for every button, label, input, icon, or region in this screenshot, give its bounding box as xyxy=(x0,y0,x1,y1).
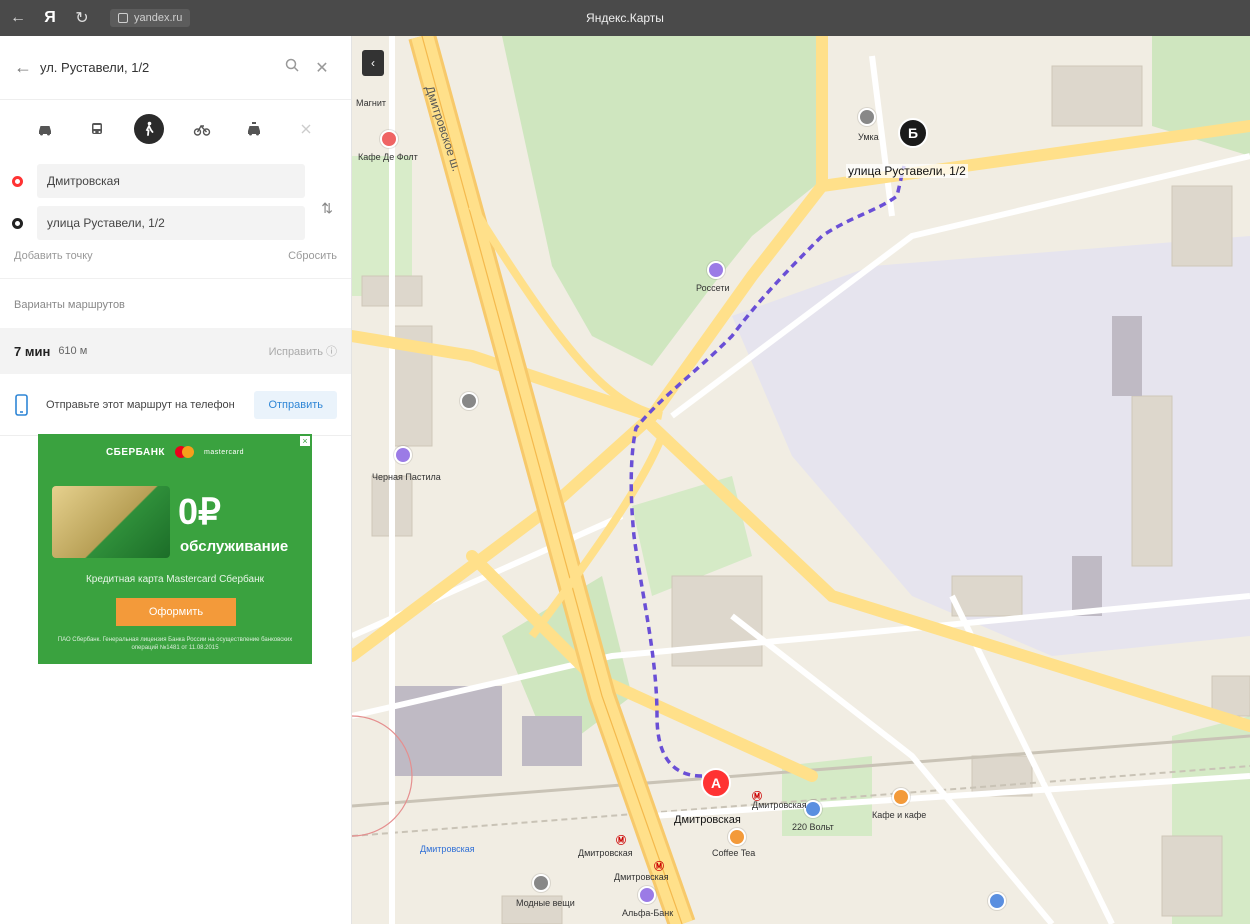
from-field[interactable]: Дмитровская xyxy=(37,164,305,198)
credit-card-image xyxy=(52,486,170,558)
station-label: Дмитровская xyxy=(420,844,475,854)
poi-label: Модные вещи xyxy=(516,898,575,908)
poi-label: Кафе и кафе xyxy=(872,810,927,820)
poi-service-icon[interactable] xyxy=(707,261,725,279)
send-description: Отправьте этот маршрут на телефон xyxy=(46,398,235,411)
fix-route-link[interactable]: Исправить ⓘ xyxy=(269,343,337,359)
poi-gray-icon[interactable] xyxy=(460,392,478,410)
poi-cafe-icon[interactable] xyxy=(892,788,910,806)
to-field[interactable]: улица Руставели, 1/2 xyxy=(37,206,305,240)
metro-label: Дмитровская xyxy=(752,800,807,810)
destination-label: улица Руставели, 1/2 xyxy=(846,164,968,178)
ad-description: Кредитная карта Mastercard Сбербанк xyxy=(85,574,265,585)
browser-toolbar: ← Я ↻ yandex.ru Яндекс.Карты xyxy=(0,0,1250,36)
metro-label: Дмитровская xyxy=(614,872,669,882)
mode-more-icon[interactable] xyxy=(291,114,321,144)
point-b-icon xyxy=(12,217,23,229)
ad-price-sub: обслуживание xyxy=(180,538,289,555)
poi-bank-icon[interactable] xyxy=(638,886,656,904)
send-to-phone-row: Отправьте этот маршрут на телефон Отправ… xyxy=(0,374,351,436)
url-text: yandex.ru xyxy=(134,12,183,24)
map-canvas[interactable]: ‹ Дмитровское ш. Б улица Руставели, 1/2 … xyxy=(352,36,1250,924)
route-sidebar: ← ул. Руставели, 1/2 ✕ Дмитровская улица… xyxy=(0,36,352,924)
address-bar[interactable]: yandex.ru xyxy=(110,9,191,27)
ad-brands: СБЕРБАНК mastercard xyxy=(52,446,298,458)
reset-link[interactable]: Сбросить xyxy=(288,250,337,270)
mode-bus-icon[interactable] xyxy=(82,114,112,144)
poi-label: Умка xyxy=(858,132,879,142)
poi-shop-icon[interactable] xyxy=(380,130,398,148)
poi-label: 220 Вольт xyxy=(792,822,834,832)
mode-bike-icon[interactable] xyxy=(187,114,217,144)
start-label: Дмитровская xyxy=(674,814,741,826)
waypoint-actions: Добавить точку Сбросить xyxy=(0,248,351,270)
back-button[interactable]: ← xyxy=(4,4,32,32)
close-icon[interactable]: ✕ xyxy=(307,58,337,78)
search-row: ← ул. Руставели, 1/2 ✕ xyxy=(0,36,351,100)
swap-icon[interactable]: ⇅ xyxy=(321,200,333,217)
destination-pin-icon[interactable]: Б xyxy=(898,118,928,148)
search-query[interactable]: ул. Руставели, 1/2 xyxy=(40,60,277,75)
ad-close-icon[interactable]: × xyxy=(300,436,310,446)
poi-label: Магнит xyxy=(356,98,387,108)
mastercard-logo-icon xyxy=(175,446,195,458)
add-point-link[interactable]: Добавить точку xyxy=(14,250,93,270)
poi-label: Россети xyxy=(696,283,730,293)
transport-modes xyxy=(0,100,351,158)
collapse-panel-button[interactable]: ‹ xyxy=(362,50,384,76)
mode-taxi-icon[interactable] xyxy=(239,114,269,144)
route-distance: 610 м xyxy=(58,345,88,357)
ad-price: 0₽ xyxy=(178,491,221,532)
poi-label: Альфа-Банк xyxy=(622,908,674,918)
point-a-icon xyxy=(12,175,23,187)
waypoint-to: улица Руставели, 1/2 xyxy=(12,206,305,240)
ad-cta-button[interactable]: Оформить xyxy=(116,598,236,626)
metro-icon: Ⓜ xyxy=(654,862,664,873)
route-variants-title: Варианты маршрутов xyxy=(0,278,351,322)
yandex-logo-icon[interactable]: Я xyxy=(36,4,64,32)
yandex-maps-window: ← Я ↻ yandex.ru Яндекс.Карты ← ул. Руста… xyxy=(0,0,1250,924)
search-icon[interactable] xyxy=(277,58,307,77)
ad-brand-sber: СБЕРБАНК xyxy=(105,446,166,458)
poi-electronics-icon[interactable] xyxy=(988,892,1006,910)
waypoints: Дмитровская улица Руставели, 1/2 ⇅ xyxy=(0,158,351,240)
mode-car-icon[interactable] xyxy=(30,114,60,144)
poi-label: Кафе Де Фолт xyxy=(358,152,418,162)
start-pin-icon[interactable]: А xyxy=(701,768,731,798)
ad-banner[interactable]: × СБЕРБАНК mastercard 0₽ обслуживание Кр… xyxy=(38,434,312,664)
waypoint-from: Дмитровская xyxy=(12,164,305,198)
metro-icon: Ⓜ xyxy=(616,836,626,847)
lock-icon xyxy=(118,13,128,23)
poi-label: Coffee Tea xyxy=(712,848,756,858)
map-base xyxy=(352,36,1250,924)
send-button[interactable]: Отправить xyxy=(254,390,337,419)
route-time: 7 мин xyxy=(14,343,51,359)
poi-service-icon[interactable] xyxy=(394,446,412,464)
reload-button[interactable]: ↻ xyxy=(68,4,96,32)
poi-cafe-icon[interactable] xyxy=(728,828,746,846)
route-option[interactable]: 7 мин 610 м Исправить ⓘ xyxy=(0,328,351,374)
ad-legal-text: ПАО Сбербанк. Генеральная лицензия Банка… xyxy=(57,637,293,651)
mode-walk-icon[interactable] xyxy=(134,114,165,144)
back-arrow-icon[interactable]: ← xyxy=(14,57,40,78)
poi-gray-icon[interactable] xyxy=(858,108,876,126)
poi-label: Черная Пастила xyxy=(372,472,441,482)
ad-brand-mastercard: mastercard xyxy=(204,448,245,456)
poi-gray-icon[interactable] xyxy=(532,874,550,892)
phone-icon xyxy=(15,393,28,416)
metro-label: Дмитровская xyxy=(578,848,633,858)
